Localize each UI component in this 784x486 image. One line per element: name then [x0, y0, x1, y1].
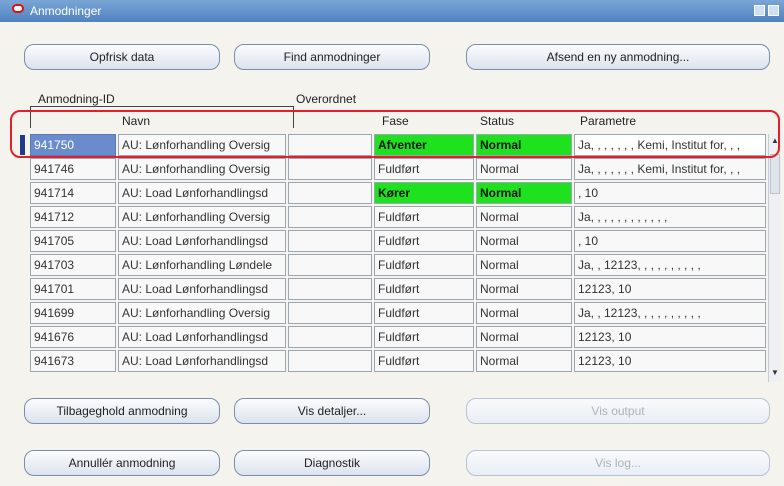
cell-phase[interactable]: Fuldført — [374, 158, 474, 180]
cell-request-id[interactable]: 941750 — [30, 134, 116, 156]
cell-status[interactable]: Normal — [476, 206, 572, 228]
scroll-thumb[interactable] — [770, 154, 780, 194]
cell-request-id[interactable]: 941703 — [30, 254, 116, 276]
header-divider — [293, 106, 294, 128]
cell-name[interactable]: AU: Lønforhandling Oversig — [118, 302, 286, 324]
cell-status[interactable]: Normal — [476, 302, 572, 324]
cell-phase[interactable]: Fuldført — [374, 350, 474, 372]
scroll-up-icon[interactable]: ▲ — [769, 134, 781, 148]
window-title: Anmodninger — [30, 4, 102, 18]
view-output-button[interactable]: Vis output — [466, 398, 770, 424]
hold-request-button[interactable]: Tilbageghold anmodning — [24, 398, 220, 424]
refresh-data-button[interactable]: Opfrisk data — [24, 44, 220, 70]
cell-parent[interactable] — [288, 134, 372, 156]
cell-request-id[interactable]: 941714 — [30, 182, 116, 204]
cell-status[interactable]: Normal — [476, 158, 572, 180]
oracle-logo-icon — [12, 4, 24, 13]
cell-status[interactable]: Normal — [476, 134, 572, 156]
cell-status[interactable]: Normal — [476, 278, 572, 300]
cell-parent[interactable] — [288, 302, 372, 324]
cell-parent[interactable] — [288, 326, 372, 348]
cell-phase[interactable]: Fuldført — [374, 326, 474, 348]
column-header-name: Navn — [122, 114, 151, 128]
cell-parent[interactable] — [288, 350, 372, 372]
window-titlebar: Anmodninger — [0, 0, 784, 22]
cell-name[interactable]: AU: Lønforhandling Oversig — [118, 206, 286, 228]
cell-parameters[interactable]: 12123, 10 — [574, 326, 766, 348]
cell-phase[interactable]: Fuldført — [374, 278, 474, 300]
cell-phase[interactable]: Kører — [374, 182, 474, 204]
cell-request-id[interactable]: 941699 — [30, 302, 116, 324]
cell-status[interactable]: Normal — [476, 230, 572, 252]
header-id-bracket — [30, 106, 31, 128]
table-scrollbar[interactable]: ▲ ▼ — [768, 134, 781, 382]
cell-status[interactable]: Normal — [476, 254, 572, 276]
cell-request-id[interactable]: 941676 — [30, 326, 116, 348]
cell-parameters[interactable]: Ja, , , , , , , , , , , , — [574, 206, 766, 228]
header-id-underline — [30, 106, 293, 107]
cell-name[interactable]: AU: Load Lønforhandlingsd — [118, 350, 286, 372]
cell-status[interactable]: Normal — [476, 350, 572, 372]
cell-name[interactable]: AU: Lønforhandling Oversig — [118, 134, 286, 156]
cell-parameters[interactable]: Ja, , , , , , , Kemi, Institut for, , , — [574, 134, 766, 156]
cell-phase[interactable]: Fuldført — [374, 206, 474, 228]
cell-request-id[interactable]: 941746 — [30, 158, 116, 180]
cell-parameters[interactable]: , 10 — [574, 182, 766, 204]
cell-parameters[interactable]: Ja, , , , , , , Kemi, Institut for, , , — [574, 158, 766, 180]
cell-phase[interactable]: Afventer — [374, 134, 474, 156]
cell-name[interactable]: AU: Load Lønforhandlingsd — [118, 230, 286, 252]
cell-request-id[interactable]: 941701 — [30, 278, 116, 300]
header-parent: Overordnet — [296, 92, 357, 106]
cell-parameters[interactable]: 12123, 10 — [574, 350, 766, 372]
cancel-request-button[interactable]: Annullér anmodning — [24, 450, 220, 476]
diagnostics-button[interactable]: Diagnostik — [234, 450, 430, 476]
cell-parameters[interactable]: Ja, , 12123, , , , , , , , , , — [574, 302, 766, 324]
cell-request-id[interactable]: 941705 — [30, 230, 116, 252]
cell-parent[interactable] — [288, 278, 372, 300]
cell-request-id[interactable]: 941712 — [30, 206, 116, 228]
minimize-icon[interactable] — [754, 5, 765, 16]
submit-new-request-button[interactable]: Afsend en ny anmodning... — [466, 44, 770, 70]
cell-name[interactable]: AU: Load Lønforhandlingsd — [118, 326, 286, 348]
view-details-button[interactable]: Vis detaljer... — [234, 398, 430, 424]
cell-status[interactable]: Normal — [476, 326, 572, 348]
cell-parent[interactable] — [288, 254, 372, 276]
cell-phase[interactable]: Fuldført — [374, 230, 474, 252]
find-requests-button[interactable]: Find anmodninger — [234, 44, 430, 70]
maximize-icon[interactable] — [768, 5, 779, 16]
cell-parameters[interactable]: 12123, 10 — [574, 278, 766, 300]
view-log-button[interactable]: Vis log... — [466, 450, 770, 476]
row-selection-marker — [20, 135, 25, 155]
cell-status[interactable]: Normal — [476, 182, 572, 204]
cell-name[interactable]: AU: Lønforhandling Løndele — [118, 254, 286, 276]
column-header-phase: Fase — [382, 114, 409, 128]
column-header-status: Status — [480, 114, 515, 128]
cell-phase[interactable]: Fuldført — [374, 302, 474, 324]
cell-parameters[interactable]: , 10 — [574, 230, 766, 252]
cell-name[interactable]: AU: Lønforhandling Oversig — [118, 158, 286, 180]
scroll-down-icon[interactable]: ▼ — [769, 366, 781, 380]
cell-name[interactable]: AU: Load Lønforhandlingsd — [118, 182, 286, 204]
cell-parent[interactable] — [288, 158, 372, 180]
cell-request-id[interactable]: 941673 — [30, 350, 116, 372]
column-header-parameters: Parametre — [580, 114, 637, 128]
cell-phase[interactable]: Fuldført — [374, 254, 474, 276]
header-request-id: Anmodning-ID — [38, 92, 115, 106]
cell-parameters[interactable]: Ja, , 12123, , , , , , , , , , — [574, 254, 766, 276]
cell-name[interactable]: AU: Load Lønforhandlingsd — [118, 278, 286, 300]
cell-parent[interactable] — [288, 230, 372, 252]
cell-parent[interactable] — [288, 206, 372, 228]
cell-parent[interactable] — [288, 182, 372, 204]
